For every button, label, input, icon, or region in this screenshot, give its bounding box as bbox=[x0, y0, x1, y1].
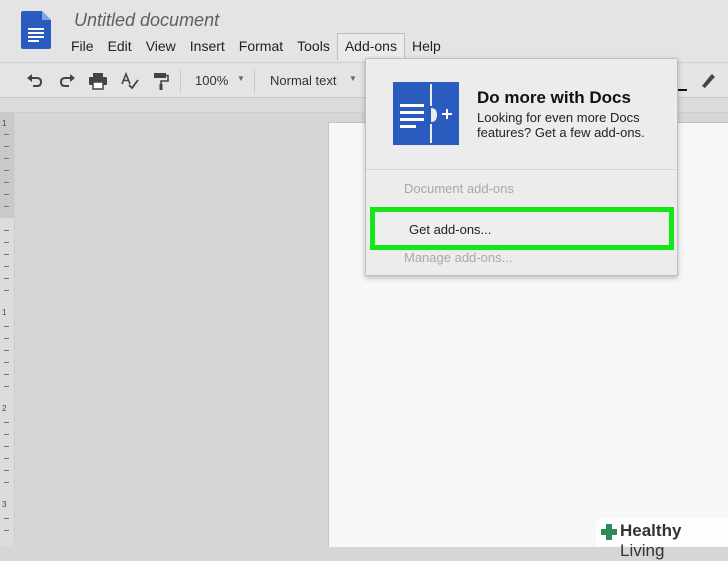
ruler-tick bbox=[4, 362, 9, 363]
ruler-tick bbox=[4, 290, 9, 291]
ruler-tick bbox=[4, 242, 9, 243]
ruler-tick bbox=[4, 266, 9, 267]
manage-addons-item: Manage add-ons... bbox=[404, 250, 513, 265]
ruler-tick bbox=[4, 446, 9, 447]
ruler-tick bbox=[4, 134, 9, 135]
menu-tools[interactable]: Tools bbox=[290, 33, 337, 59]
addons-dropdown: Do more with Docs Looking for even more … bbox=[365, 58, 678, 276]
menu-help[interactable]: Help bbox=[405, 33, 448, 59]
ruler-tick bbox=[4, 182, 9, 183]
ruler-number: 2 bbox=[2, 404, 7, 413]
ruler-tick bbox=[4, 386, 9, 387]
document-addons-item: Document add-ons bbox=[404, 181, 514, 196]
ruler-tick bbox=[4, 518, 9, 519]
style-select[interactable]: Normal text bbox=[270, 73, 336, 88]
menu-divider bbox=[366, 169, 677, 170]
get-addons-item[interactable]: Get add-ons... bbox=[409, 222, 491, 237]
watermark-text-a: Healthy bbox=[620, 521, 682, 540]
zoom-caret-icon: ▼ bbox=[237, 74, 245, 83]
ruler-tick bbox=[4, 326, 9, 327]
watermark: Healthy Living bbox=[596, 518, 728, 560]
ruler-tick bbox=[4, 206, 9, 207]
ruler-tick bbox=[4, 470, 9, 471]
promo-title: Do more with Docs bbox=[477, 88, 631, 107]
promo-description: Looking for even more Docs features? Get… bbox=[477, 110, 645, 140]
title-bar: Untitled document File Edit View Insert … bbox=[0, 0, 728, 62]
ruler-tick bbox=[4, 338, 9, 339]
document-title[interactable]: Untitled document bbox=[74, 10, 219, 31]
menu-insert[interactable]: Insert bbox=[183, 33, 232, 59]
ruler-number: 1 bbox=[2, 119, 7, 128]
ruler-tick bbox=[4, 434, 9, 435]
menu-view[interactable]: View bbox=[139, 33, 183, 59]
ruler-tick bbox=[4, 482, 9, 483]
spellcheck-icon[interactable] bbox=[120, 71, 140, 91]
ruler-tick bbox=[4, 350, 9, 351]
get-addons-highlight[interactable]: Get add-ons... bbox=[370, 207, 674, 250]
ruler-tick bbox=[4, 278, 9, 279]
ruler-number: 3 bbox=[2, 500, 7, 509]
paint-format-icon[interactable] bbox=[151, 71, 171, 91]
addons-puzzle-icon bbox=[393, 82, 459, 145]
highlighter-icon[interactable] bbox=[698, 71, 718, 91]
menu-bar: File Edit View Insert Format Tools Add-o… bbox=[64, 33, 448, 60]
zoom-select[interactable]: 100% bbox=[195, 73, 228, 88]
redo-icon[interactable] bbox=[57, 71, 77, 91]
ruler-tick bbox=[4, 458, 9, 459]
menu-file[interactable]: File bbox=[64, 33, 101, 59]
ruler-tick bbox=[4, 254, 9, 255]
ruler-tick bbox=[4, 194, 9, 195]
docs-logo-icon[interactable] bbox=[21, 11, 51, 49]
ruler-tick bbox=[4, 146, 9, 147]
vertical-ruler: 1 1 2 3 bbox=[0, 112, 15, 546]
ruler-tick bbox=[4, 170, 9, 171]
ruler-number: 1 bbox=[2, 308, 7, 317]
menu-addons[interactable]: Add-ons bbox=[336, 33, 405, 60]
ruler-tick bbox=[4, 230, 9, 231]
ruler-tick bbox=[4, 422, 9, 423]
ruler-tick bbox=[4, 158, 9, 159]
style-caret-icon: ▼ bbox=[349, 74, 357, 83]
undo-icon[interactable] bbox=[25, 71, 45, 91]
ruler-tick bbox=[4, 530, 9, 531]
watermark-text-b: Living bbox=[620, 541, 665, 560]
menu-format[interactable]: Format bbox=[232, 33, 290, 59]
ruler-tick bbox=[4, 374, 9, 375]
toolbar-divider bbox=[180, 69, 181, 93]
health-cross-icon bbox=[601, 524, 617, 540]
print-icon[interactable] bbox=[88, 71, 108, 91]
toolbar-divider bbox=[254, 69, 255, 93]
menu-edit[interactable]: Edit bbox=[101, 33, 139, 59]
watermark-text: Healthy Living bbox=[620, 521, 728, 561]
